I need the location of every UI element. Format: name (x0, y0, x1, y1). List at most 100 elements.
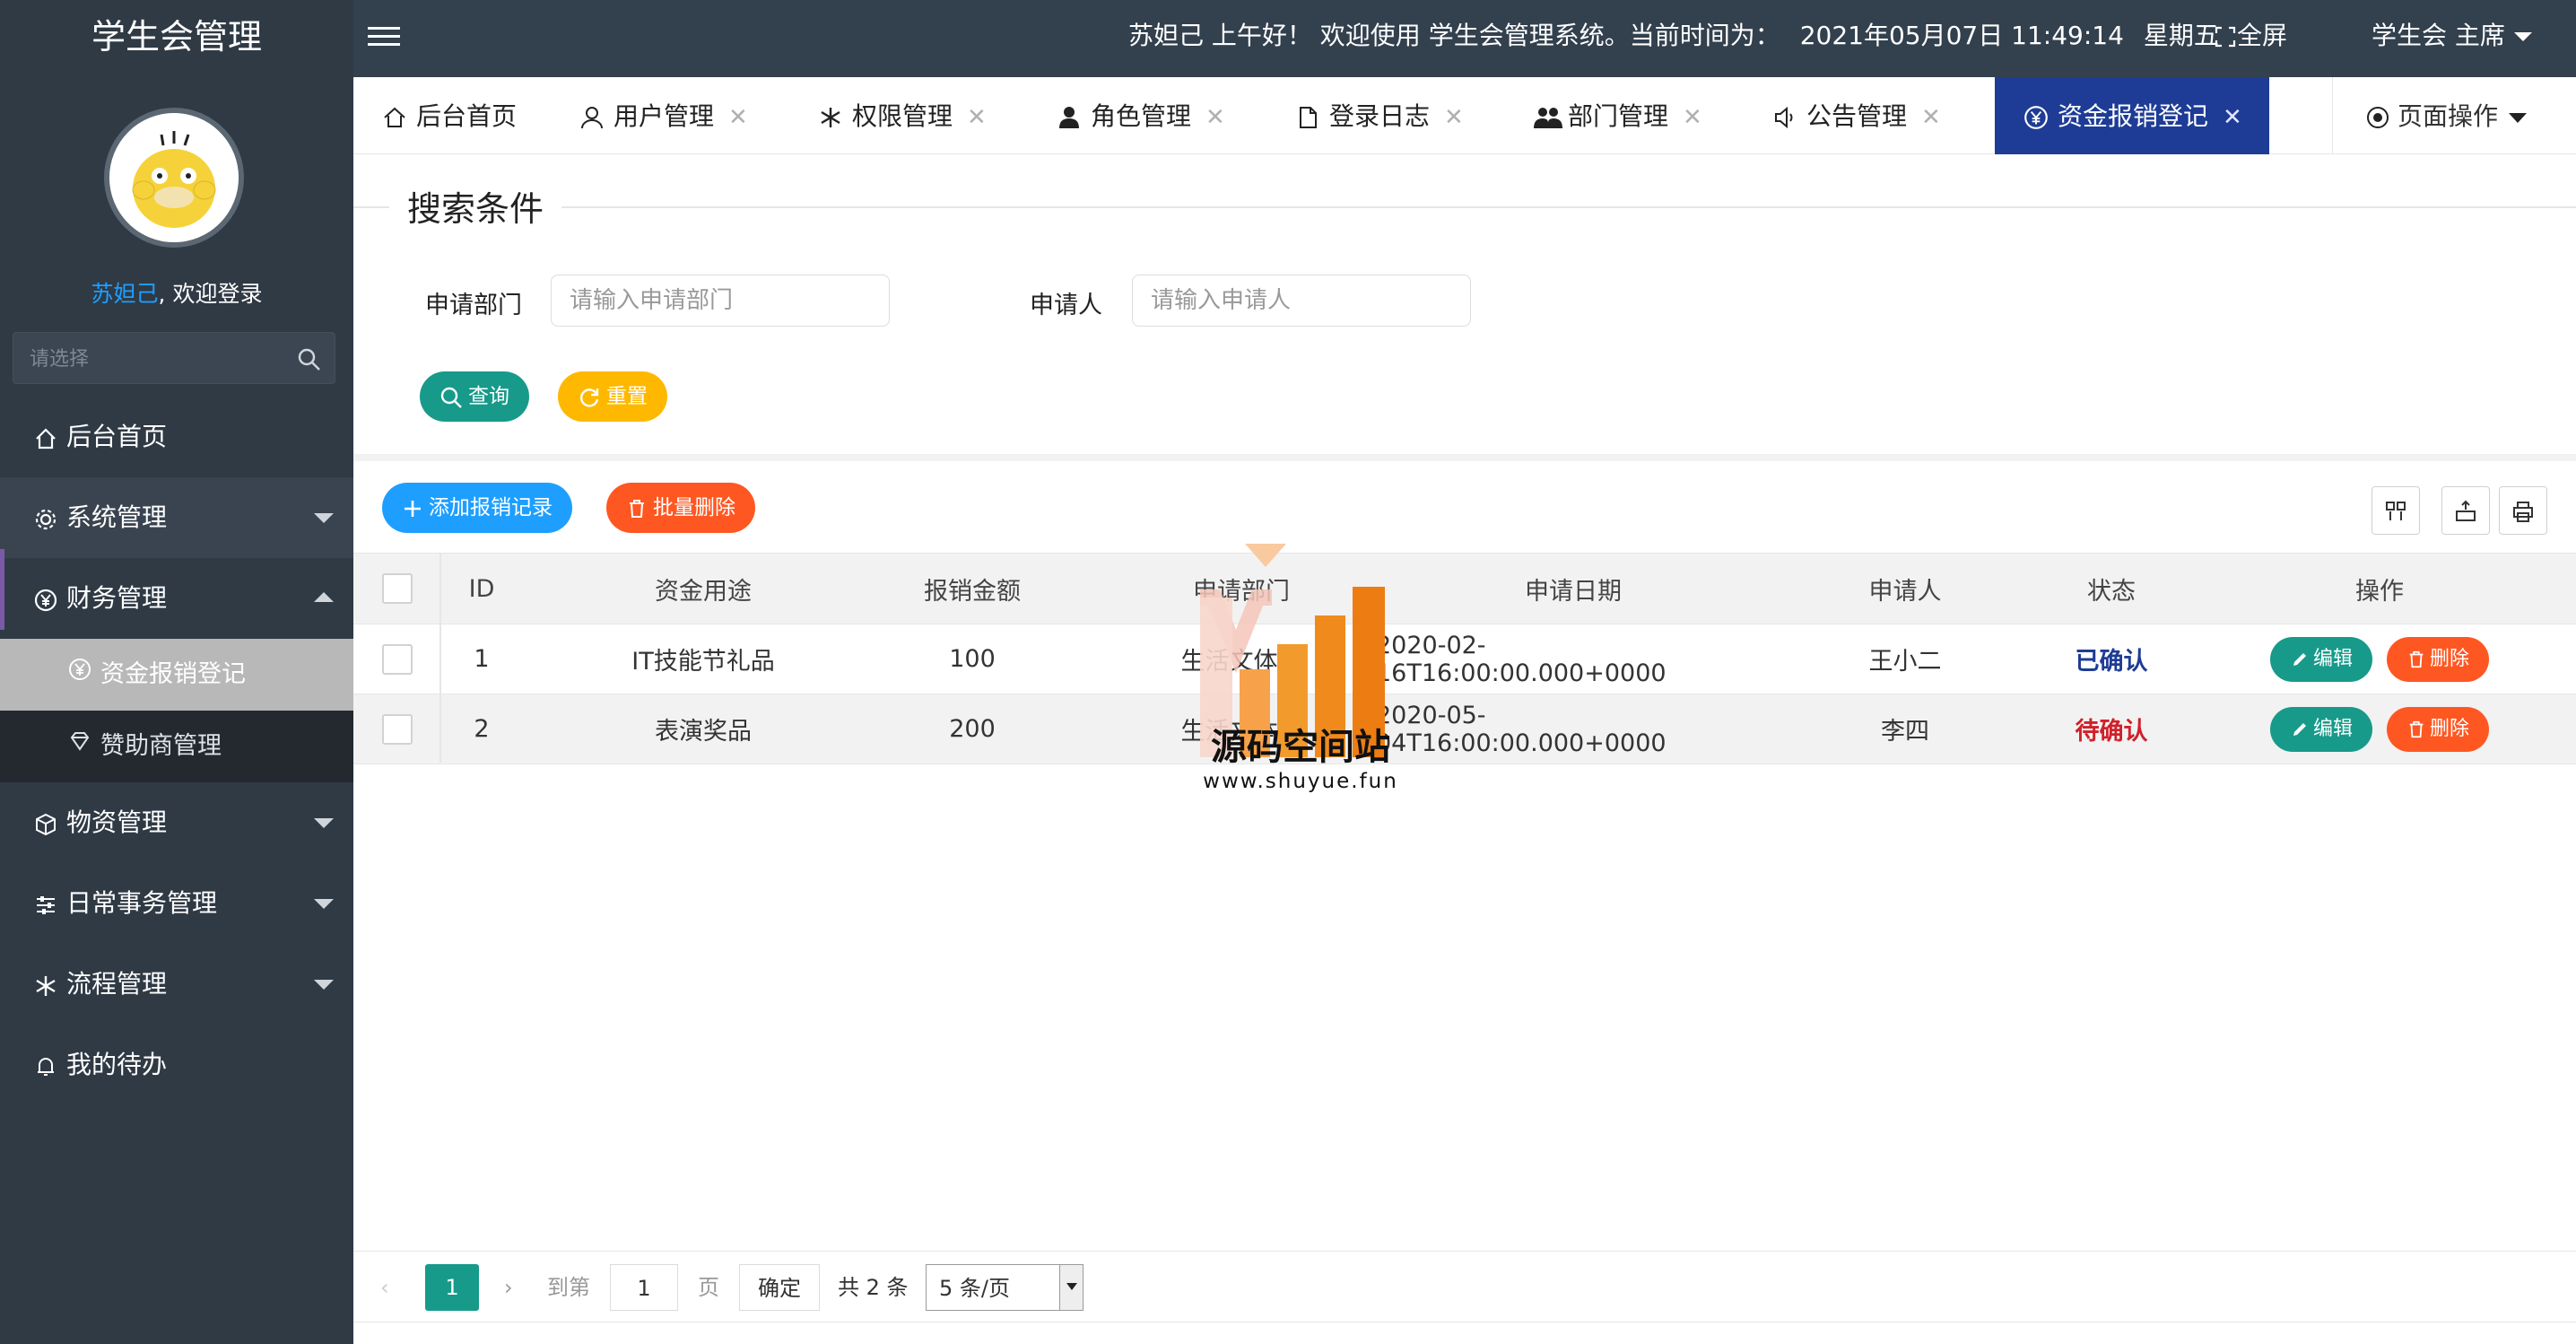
avatar[interactable] (104, 108, 244, 248)
tab-users[interactable]: 用户管理 ✕ (578, 77, 748, 154)
sidebar-item-label: 系统管理 (66, 502, 168, 532)
query-button[interactable]: 查询 (420, 371, 529, 422)
search-icon[interactable] (297, 347, 322, 376)
caret-down-icon (2513, 32, 2532, 41)
close-icon[interactable]: ✕ (1444, 104, 1464, 131)
goto-confirm-button[interactable]: 确定 (739, 1264, 820, 1311)
menu-toggle-icon[interactable] (368, 22, 400, 54)
applicant-input[interactable] (1132, 275, 1471, 327)
column-header[interactable]: 资金用途 (569, 554, 838, 624)
delete-button[interactable]: 删除 (2387, 706, 2490, 752)
sidebar-search-input[interactable] (30, 342, 290, 376)
table-row: 1 IT技能节礼品 100 生活文体部 2020-02-16T16:00:00.… (353, 624, 2576, 694)
goto-page-input[interactable]: 1 (610, 1264, 678, 1311)
tab-roles[interactable]: 角色管理 ✕ (1055, 77, 1225, 154)
tab-home[interactable]: 后台首页 (380, 77, 517, 154)
cell-amount: 100 (949, 645, 996, 673)
welcome-message: 苏妲己, 欢迎登录 (0, 276, 353, 309)
row-checkbox[interactable] (382, 713, 413, 745)
current-datetime: 2021年05月07日 11:49:14 (1799, 21, 2124, 50)
app-title: 学生会管理 (91, 17, 262, 57)
column-header[interactable]: 报销金额 (838, 554, 1107, 624)
tab-fund-reimbursement[interactable]: 资金报销登记 ✕ (1995, 77, 2269, 154)
chevron-up-icon (314, 592, 334, 602)
pencil-icon (2290, 648, 2313, 670)
sidebar-item-sponsor[interactable]: 赞助商管理 (0, 711, 353, 782)
sidebar: 学生会管理 苏妲己, 欢迎登录 后台首页 (0, 0, 353, 1344)
prev-page-icon[interactable]: ‹ (380, 1264, 389, 1311)
chevron-down-icon (314, 818, 334, 828)
export-icon[interactable] (2441, 486, 2490, 535)
row-select-cell (353, 624, 441, 694)
fieldset-line (353, 206, 2576, 208)
cell-amount: 200 (949, 715, 996, 743)
delete-button[interactable]: 删除 (2387, 636, 2490, 682)
snowflake-icon (816, 77, 845, 156)
page-number-current[interactable]: 1 (425, 1264, 479, 1311)
select-all-checkbox[interactable] (382, 573, 413, 604)
close-icon[interactable]: ✕ (967, 104, 987, 131)
batch-delete-label: 批量删除 (653, 496, 735, 519)
sidebar-item-finance[interactable]: 财务管理 (0, 549, 353, 640)
yen-circle-icon (2022, 77, 2050, 156)
edit-button[interactable]: 编辑 (2269, 706, 2372, 752)
print-icon[interactable] (2499, 486, 2547, 535)
reset-button[interactable]: 重置 (558, 371, 667, 422)
group-icon (1532, 77, 1562, 156)
search-icon (439, 385, 468, 408)
sidebar-item-fund-reimbursement[interactable]: 资金报销登记 (0, 639, 353, 711)
fullscreen-button[interactable]: 全屏 (2214, 0, 2287, 77)
next-page-icon[interactable]: › (504, 1264, 513, 1311)
yen-circle-icon (30, 559, 61, 640)
home-icon (380, 77, 409, 156)
section-divider (353, 454, 2576, 461)
add-record-button[interactable]: 添加报销记录 (382, 483, 572, 533)
tab-label: 权限管理 (852, 101, 953, 131)
top-header: 苏妲己 上午好！ 欢迎使用 学生会管理系统。当前时间为： 2021年05月07日 … (353, 0, 2576, 77)
cell-applicant: 王小二 (1868, 648, 1942, 676)
batch-delete-button[interactable]: 批量删除 (606, 483, 755, 533)
tab-login-log[interactable]: 登录日志 ✕ (1293, 77, 1464, 154)
close-icon[interactable]: ✕ (1683, 104, 1702, 131)
page-operations-menu[interactable]: 页面操作 (2332, 77, 2576, 154)
sidebar-item-workflow[interactable]: 流程管理 (0, 944, 353, 1025)
cell-date: 2020-02-16T16:00:00.000+0000 (1376, 631, 1667, 687)
trash-icon (626, 496, 653, 519)
tab-permissions[interactable]: 权限管理 ✕ (816, 77, 987, 154)
sidebar-item-label: 流程管理 (66, 969, 168, 999)
user-icon (578, 77, 606, 156)
tab-departments[interactable]: 部门管理 ✕ (1532, 77, 1702, 154)
reset-label: 重置 (606, 385, 648, 408)
sidebar-item-label: 日常事务管理 (66, 888, 218, 918)
close-icon[interactable]: ✕ (1921, 104, 1941, 131)
columns-filter-icon[interactable] (2371, 486, 2420, 535)
add-record-label: 添加报销记录 (429, 496, 553, 519)
page-size-select[interactable]: 5 条/页 (926, 1264, 1083, 1311)
row-checkbox[interactable] (382, 643, 413, 675)
yen-icon (65, 639, 95, 711)
sidebar-item-todo[interactable]: 我的待办 (0, 1025, 353, 1105)
dept-input[interactable] (551, 275, 890, 327)
column-header[interactable]: 状态 (2040, 554, 2183, 624)
status-badge: 待确认 (2075, 718, 2148, 746)
sidebar-item-materials[interactable]: 物资管理 (0, 782, 353, 863)
welcome-username[interactable]: 苏妲己 (91, 281, 159, 307)
close-icon[interactable]: ✕ (728, 104, 748, 131)
column-header[interactable]: ID (441, 554, 522, 624)
column-header[interactable]: 申请日期 (1376, 554, 1771, 624)
column-header[interactable]: 申请人 (1771, 554, 2040, 624)
sidebar-item-daily-affairs[interactable]: 日常事务管理 (0, 863, 353, 944)
sidebar-item-home[interactable]: 后台首页 (0, 397, 353, 477)
sidebar-item-label: 后台首页 (66, 422, 168, 451)
tab-announcements[interactable]: 公告管理 ✕ (1771, 77, 1941, 154)
watermark-text: 源码空间站 (1211, 727, 1390, 768)
close-icon[interactable]: ✕ (1205, 104, 1225, 131)
reimbursement-table: ID 资金用途 报销金额 申请部门 申请日期 申请人 状态 操作 1 IT技能节… (353, 553, 2576, 764)
user-role-menu[interactable]: 学生会 主席 (2371, 0, 2532, 77)
welcome-suffix: , 欢迎登录 (158, 281, 263, 307)
sidebar-item-system[interactable]: 系统管理 (0, 477, 353, 558)
select-arrow-icon (1059, 1265, 1083, 1310)
page-unit-label: 页 (698, 1275, 719, 1300)
close-icon[interactable]: ✕ (2223, 104, 2242, 131)
edit-button[interactable]: 编辑 (2269, 636, 2372, 682)
